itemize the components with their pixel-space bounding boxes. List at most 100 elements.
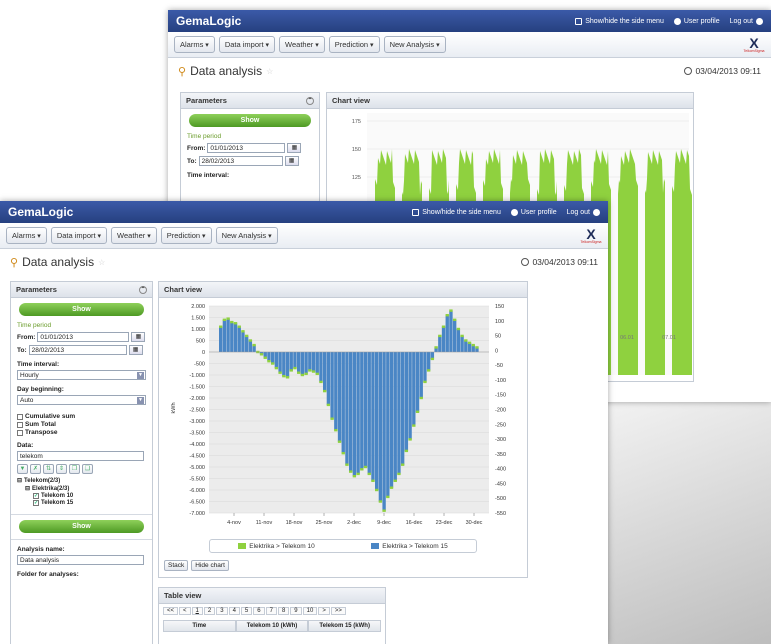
tree-leaf-telekom-15[interactable]: ✓ Telekom 15 — [33, 500, 146, 506]
column-header-time[interactable]: Time — [163, 620, 236, 632]
menu-weather[interactable]: Weather — [111, 227, 157, 244]
collapse-all-icon[interactable]: ⇕ — [56, 464, 67, 474]
y2-tick-label: -550 — [495, 511, 506, 517]
pager-first[interactable]: << — [163, 607, 179, 615]
to-date-input[interactable]: 28/02/2013 — [198, 156, 283, 166]
to-row: To: 28/02/2013 ▦ — [17, 345, 146, 355]
sum-total-checkbox[interactable]: Sum Total — [17, 421, 146, 428]
menu-weather[interactable]: Weather — [279, 36, 325, 53]
show-button[interactable]: Show — [19, 303, 144, 316]
show-button-bottom[interactable]: Show — [19, 520, 144, 533]
show-button[interactable]: Show — [189, 114, 311, 127]
menu-new-analysis[interactable]: New Analysis — [215, 227, 278, 244]
pager-prev[interactable]: < — [179, 607, 191, 615]
data-tree: ⊟ Telekom(2/3) ⊟ Elektrika(2/3) ✓ Telekom 1… — [17, 477, 146, 506]
filter-icon[interactable]: ▼ — [17, 464, 28, 474]
pager-page-7[interactable]: 7 — [265, 607, 277, 615]
paste-icon[interactable]: ❑ — [82, 464, 93, 474]
calendar-icon[interactable]: ▦ — [287, 143, 302, 153]
bar-cap — [363, 465, 368, 469]
tree-node-child[interactable]: ⊟ Elektrika(2/3) — [25, 485, 146, 493]
menu-alarms[interactable]: Alarms — [6, 227, 47, 244]
bar — [285, 352, 290, 378]
menu-new-analysis[interactable]: New Analysis — [383, 36, 446, 53]
folder-label: Folder for analyses: — [17, 571, 79, 578]
tree-toggle-icon[interactable]: ⊟ — [17, 477, 22, 484]
area-segment — [618, 149, 638, 375]
checked-icon[interactable]: ✓ — [33, 493, 39, 499]
pager-page-4[interactable]: 4 — [228, 607, 240, 615]
menu-prediction[interactable]: Prediction — [328, 36, 380, 53]
user-icon — [673, 17, 681, 25]
menu-data-import[interactable]: Data import — [50, 227, 108, 244]
tree-leaf-telekom-10[interactable]: ✓ Telekom 10 — [33, 493, 146, 499]
stack-button[interactable]: Stack — [164, 560, 189, 571]
y-tick-label: -5.500 — [189, 477, 205, 483]
legend-item-telekom-10[interactable]: Elektrika > Telekom 10 — [238, 543, 315, 550]
menu-data-import[interactable]: Data import — [218, 36, 276, 53]
calendar-icon[interactable]: ▦ — [131, 332, 146, 342]
y-tick-label: -3.500 — [189, 431, 205, 437]
analysis-name-input[interactable]: Data analysis — [17, 555, 144, 565]
bar-cap — [441, 325, 446, 328]
column-header-telekom-10[interactable]: Telekom 10 (kWh) — [235, 620, 309, 632]
toggle-menu-button[interactable]: Show/hide the side menu — [575, 17, 664, 25]
bar — [226, 318, 230, 352]
favorite-star-icon[interactable]: ☆ — [98, 258, 105, 267]
copy-icon[interactable]: ❐ — [69, 464, 80, 474]
y2-tick-label: -400 — [495, 467, 506, 473]
transpose-checkbox[interactable]: Transpose — [17, 429, 146, 436]
pager-page-6[interactable]: 6 — [253, 607, 265, 615]
timestamp-text: 03/04/2013 09:11 — [695, 66, 761, 76]
legend-item-telekom-15[interactable]: Elektrika > Telekom 15 — [371, 542, 448, 550]
tree-child-label: Elektrika(2/3) — [32, 485, 70, 492]
legend-label: Elektrika > Telekom 15 — [382, 542, 448, 550]
pager-last[interactable]: >> — [330, 607, 346, 615]
to-date-input[interactable]: 28/02/2013 — [28, 345, 127, 355]
y-tick-label: 1.500 — [191, 316, 205, 322]
hide-chart-button[interactable]: Hide chart — [191, 560, 229, 571]
checked-icon[interactable]: ✓ — [33, 500, 39, 506]
collapse-icon[interactable]: ⌃ — [139, 285, 147, 294]
bar — [233, 323, 238, 352]
calendar-icon[interactable]: ▦ — [128, 345, 143, 355]
favorite-star-icon[interactable]: ☆ — [266, 67, 273, 76]
day-beginning-label: Day beginning: — [17, 386, 64, 393]
menu-alarms[interactable]: Alarms — [174, 36, 215, 53]
y-tick-label: -3.000 — [189, 419, 205, 425]
data-search-input[interactable]: telekom — [17, 451, 144, 461]
bar-cap — [233, 322, 238, 325]
bar — [404, 352, 409, 451]
pager-page-1[interactable]: 1 — [191, 607, 203, 615]
cumulative-sum-checkbox[interactable]: Cumulative sum — [17, 413, 146, 420]
pager-page-2[interactable]: 2 — [203, 607, 216, 615]
logout-button[interactable]: Log out — [567, 208, 600, 216]
expand-icon[interactable]: ⇅ — [43, 464, 54, 474]
clear-filter-icon[interactable]: ✗ — [30, 464, 41, 474]
user-profile-button[interactable]: User profile — [673, 17, 720, 25]
toggle-menu-button[interactable]: Show/hide the side menu — [412, 208, 501, 216]
pager-page-10[interactable]: 10 — [302, 607, 318, 615]
pager-page-5[interactable]: 5 — [240, 607, 253, 615]
calendar-icon[interactable]: ▦ — [284, 156, 299, 166]
tree-node-root[interactable]: ⊟ Telekom(2/3) — [17, 477, 146, 485]
bar-cap — [412, 424, 416, 427]
pager-page-3[interactable]: 3 — [216, 607, 228, 615]
bar — [222, 319, 227, 352]
menu-prediction[interactable]: Prediction — [160, 227, 212, 244]
tree-toggle-icon[interactable]: ⊟ — [25, 485, 30, 492]
day-beginning-select[interactable]: Auto ▼ — [17, 395, 146, 405]
from-date-input[interactable]: 01/01/2013 — [207, 143, 286, 153]
bar — [271, 352, 275, 364]
bar-cap — [371, 479, 375, 482]
pager-page-8[interactable]: 8 — [277, 607, 290, 615]
toggle-menu-label: Show/hide the side menu — [422, 208, 501, 216]
collapse-icon[interactable]: ⌃ — [306, 96, 314, 105]
column-header-telekom-15[interactable]: Telekom 15 (kWh) — [308, 620, 382, 632]
pager-next[interactable]: > — [318, 607, 330, 615]
pager-page-9[interactable]: 9 — [290, 607, 302, 615]
user-profile-button[interactable]: User profile — [510, 208, 557, 216]
logout-button[interactable]: Log out — [730, 17, 763, 25]
from-date-input[interactable]: 01/01/2013 — [37, 332, 130, 342]
time-interval-select[interactable]: Hourly ▼ — [17, 370, 146, 380]
